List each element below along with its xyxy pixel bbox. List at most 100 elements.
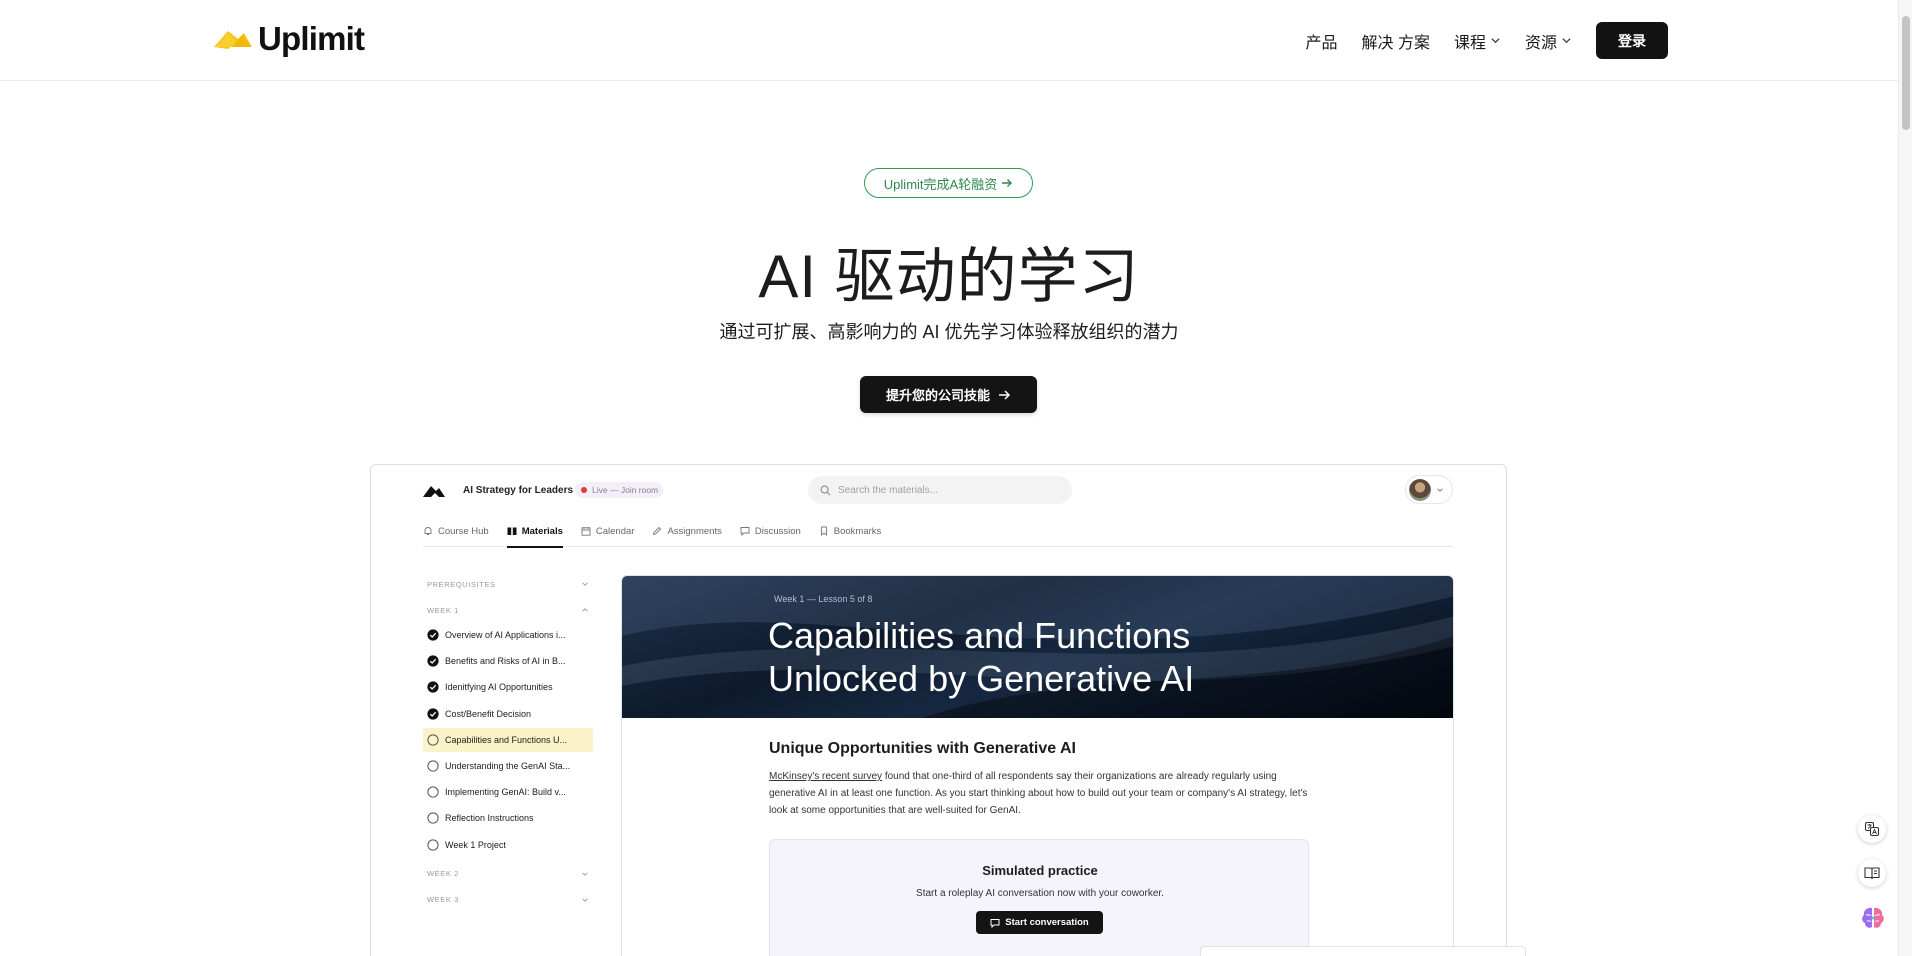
- lesson-banner: Week 1 — Lesson 5 of 8 Capabilities and …: [622, 576, 1453, 718]
- lesson-item[interactable]: Idenitfying AI Opportunities: [423, 675, 593, 699]
- tab-discussion[interactable]: Discussion: [740, 515, 801, 547]
- funding-announcement-pill[interactable]: Uplimit完成A轮融资: [864, 168, 1033, 198]
- lesson-item[interactable]: Overview of AI Applications i...: [423, 623, 593, 647]
- start-conversation-label: Start conversation: [1005, 917, 1089, 928]
- course-title: AI Strategy for Leaders: [463, 485, 574, 496]
- nav-link-solutions[interactable]: 解决 方案: [1362, 23, 1430, 59]
- uplimit-logo-icon: [214, 30, 252, 49]
- tab-assignments[interactable]: Assignments: [652, 515, 722, 547]
- lesson-item[interactable]: Reflection Instructions: [423, 806, 593, 830]
- chevron-down-icon: [1437, 487, 1443, 492]
- chat-widget-edge[interactable]: [1200, 946, 1526, 956]
- lesson-item[interactable]: Week 1 Project: [423, 833, 593, 857]
- uplimit-logo[interactable]: Uplimit: [214, 22, 365, 55]
- bookmark-icon: [820, 526, 827, 536]
- empty-circle-icon: [427, 760, 439, 772]
- brain-icon[interactable]: [1858, 903, 1888, 933]
- calendar-icon: [581, 527, 591, 536]
- nav-link-label: 产品: [1305, 34, 1338, 52]
- chevron-down-icon: [1491, 38, 1500, 44]
- translate-icon: [1864, 821, 1880, 837]
- scrollbar-thumb[interactable]: [1902, 16, 1910, 130]
- tab-label: Bookmarks: [833, 525, 882, 537]
- lesson-item[interactable]: Benefits and Risks of AI in B...: [423, 649, 593, 673]
- tab-course-hub[interactable]: Course Hub: [423, 515, 489, 547]
- product-preview: AI Strategy for Leaders Live — Join room…: [370, 464, 1507, 956]
- check-circle-icon: [427, 681, 439, 693]
- live-room-badge[interactable]: Live — Join room: [575, 482, 663, 498]
- section-heading: Unique Opportunities with Generative AI: [769, 740, 1076, 757]
- reader-mode-button[interactable]: [1858, 859, 1886, 887]
- tab-label: Assignments: [667, 525, 722, 537]
- hero-title: AI 驱动的学习: [758, 243, 1140, 310]
- section-week-2[interactable]: WEEK 2: [423, 861, 593, 887]
- lesson-label: Overview of AI Applications i...: [445, 630, 566, 640]
- empty-circle-icon: [427, 734, 439, 746]
- nav-link-product[interactable]: 产品: [1306, 23, 1338, 59]
- lesson-label: Implementing GenAI: Build v...: [445, 787, 566, 798]
- nav-link-resources[interactable]: 资源: [1525, 23, 1572, 59]
- empty-circle-icon: [427, 838, 439, 851]
- chevron-down-icon: [582, 897, 588, 902]
- app-logo-icon: [423, 486, 445, 497]
- funding-announcement-label: Uplimit完成A轮融资: [883, 176, 998, 192]
- top-navigation: Uplimit 产品 解决 方案 课程 资源 登录: [0, 0, 1898, 81]
- lesson-label: Benefits and Risks of AI in B...: [445, 656, 566, 667]
- lesson-item-active[interactable]: Capabilities and Functions U...: [423, 727, 593, 752]
- lesson-title-line: Unlocked by Generative AI: [768, 658, 1195, 699]
- nav-link-courses[interactable]: 课程: [1454, 23, 1501, 59]
- simulated-practice-card: Simulated practice Start a roleplay AI c…: [769, 839, 1309, 956]
- nav-link-label: 资源: [1524, 34, 1557, 52]
- upskill-company-button[interactable]: 提升您的公司技能: [860, 376, 1037, 413]
- lesson-item[interactable]: Cost/Benefit Decision: [423, 702, 593, 726]
- mckinsey-survey-link[interactable]: McKinsey's recent survey: [769, 771, 882, 782]
- arrow-right-icon: [999, 389, 1011, 400]
- tab-materials[interactable]: Materials: [506, 515, 564, 548]
- book-icon: [507, 527, 517, 535]
- materials-search-input[interactable]: [838, 484, 1038, 496]
- check-circle-icon: [427, 655, 439, 667]
- lesson-item[interactable]: Implementing GenAI: Build v...: [423, 780, 593, 804]
- section-week-1[interactable]: WEEK 1: [423, 597, 593, 623]
- course-tabs: Course Hub Materials Calendar Assignment…: [423, 515, 1453, 548]
- empty-circle-icon: [427, 786, 439, 798]
- section-label: WEEK 3: [427, 895, 459, 904]
- lesson-label: Reflection Instructions: [445, 813, 534, 824]
- check-circle-icon: [427, 629, 439, 641]
- translate-button[interactable]: [1858, 815, 1886, 843]
- tab-label: Materials: [521, 525, 563, 537]
- lesson-sidebar: PREREQUISITES WEEK 1 Overview of AI Appl…: [423, 571, 593, 913]
- lesson-title: Capabilities and Functions Unlocked by G…: [768, 614, 1328, 700]
- lesson-label: Cost/Benefit Decision: [445, 708, 532, 719]
- reader-icon: [1864, 867, 1880, 880]
- section-prerequisites[interactable]: PREREQUISITES: [423, 571, 593, 597]
- practice-title: Simulated practice: [982, 863, 1098, 878]
- chevron-down-icon: [582, 871, 588, 876]
- lesson-label: Capabilities and Functions U...: [445, 734, 568, 745]
- tab-label: Course Hub: [438, 525, 489, 537]
- page-scrollbar[interactable]: [1898, 0, 1912, 956]
- chat-icon: [990, 918, 1000, 928]
- tab-calendar[interactable]: Calendar: [581, 515, 635, 547]
- start-conversation-button[interactable]: Start conversation: [976, 911, 1103, 934]
- cta-label: 提升您的公司技能: [885, 388, 990, 403]
- floating-tools: [1858, 815, 1888, 938]
- lesson-label: Understanding the GenAI Sta...: [445, 760, 571, 771]
- hero-subtitle: 通过可扩展、高影响力的 AI 优先学习体验释放组织的潜力: [719, 322, 1179, 342]
- section-week-3[interactable]: WEEK 3: [423, 887, 593, 913]
- materials-search[interactable]: [808, 476, 1072, 504]
- chevron-up-icon: [582, 608, 588, 612]
- section-label: PREREQUISITES: [427, 579, 496, 589]
- section-label: WEEK 2: [427, 869, 459, 878]
- lesson-item[interactable]: Understanding the GenAI Sta...: [423, 754, 593, 778]
- tab-bookmarks[interactable]: Bookmarks: [819, 515, 882, 547]
- login-button[interactable]: 登录: [1596, 22, 1668, 59]
- pencil-icon: [653, 526, 662, 536]
- lesson-kicker: Week 1 — Lesson 5 of 8: [774, 594, 873, 604]
- arrow-right-icon: [1002, 179, 1013, 187]
- bell-icon: [424, 527, 432, 535]
- user-menu[interactable]: [1405, 475, 1453, 504]
- lesson-paragraph: McKinsey's recent survey found that one-…: [769, 768, 1309, 819]
- tab-label: Calendar: [595, 525, 635, 537]
- chat-icon: [740, 527, 750, 536]
